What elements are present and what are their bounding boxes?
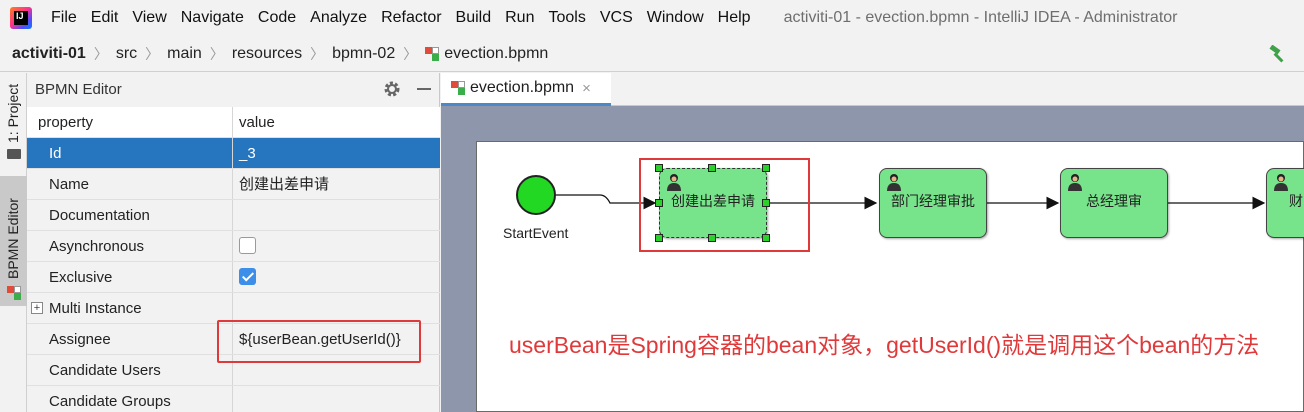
- task-label: 财: [1289, 193, 1303, 209]
- task-dept-manager-approval[interactable]: 部门经理审批: [879, 168, 987, 238]
- start-event-label: StartEvent: [503, 225, 569, 241]
- start-event[interactable]: [516, 175, 556, 215]
- task-label: 总经理审: [1086, 193, 1142, 209]
- annotation-note: userBean是Spring容器的bean对象，getUserId()就是调用…: [509, 332, 1260, 358]
- user-task-icon: [1068, 174, 1082, 191]
- task-general-manager[interactable]: 总经理审: [1060, 168, 1168, 238]
- task-highlight-box: [639, 158, 810, 252]
- task-label: 部门经理审批: [891, 193, 975, 209]
- task-finance[interactable]: 财: [1266, 168, 1304, 238]
- user-task-icon: [1274, 174, 1288, 191]
- user-task-icon: [887, 174, 901, 191]
